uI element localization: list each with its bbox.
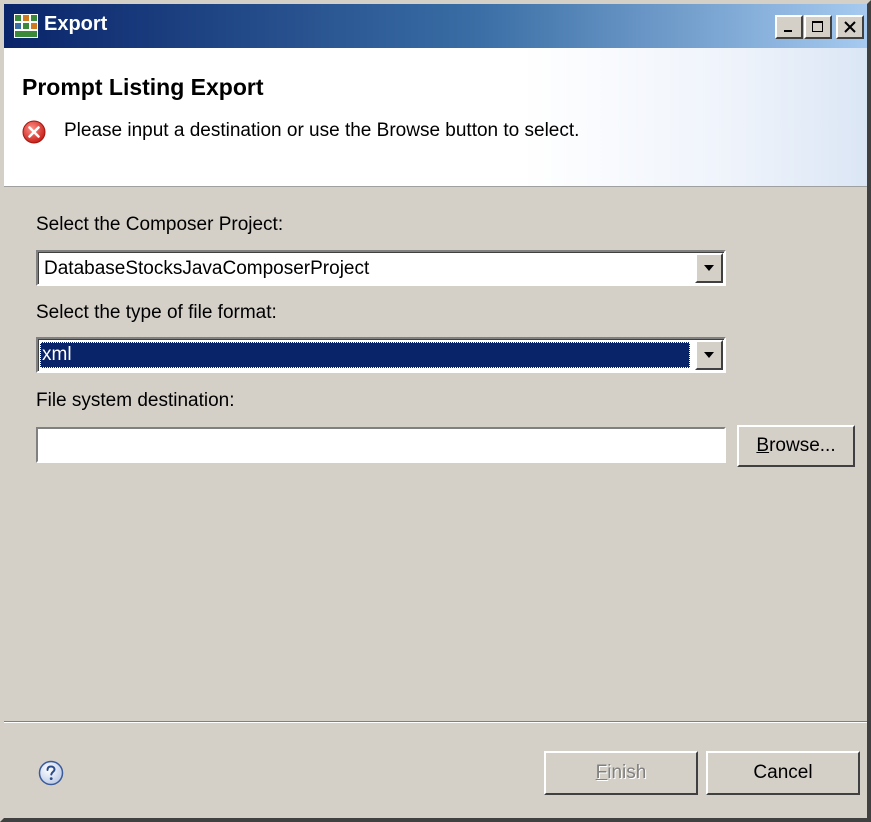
help-icon[interactable]: [38, 760, 64, 786]
finish-button[interactable]: Finish: [544, 751, 698, 795]
format-dropdown-button[interactable]: [695, 340, 723, 370]
finish-mnemonic: F: [595, 762, 608, 783]
cancel-button[interactable]: Cancel: [706, 751, 860, 795]
format-select-value: xml: [40, 342, 690, 368]
minimize-icon: [784, 30, 792, 32]
finish-label: inish: [607, 762, 647, 783]
close-button[interactable]: [836, 15, 864, 39]
browse-button[interactable]: Browse...: [737, 425, 855, 467]
error-icon: [22, 120, 46, 144]
destination-input[interactable]: [36, 427, 726, 463]
chevron-down-icon: [704, 352, 714, 358]
destination-label: File system destination:: [36, 390, 235, 411]
title-bar[interactable]: Export: [4, 4, 867, 48]
cancel-label: Cancel: [753, 762, 813, 783]
project-select-value: DatabaseStocksJavaComposerProject: [44, 258, 370, 279]
chevron-down-icon: [704, 265, 714, 271]
browse-mnemonic: B: [756, 435, 770, 456]
maximize-button[interactable]: [804, 15, 832, 39]
window-title: Export: [44, 13, 108, 35]
page-title: Prompt Listing Export: [22, 74, 264, 100]
format-label: Select the type of file format:: [36, 302, 277, 323]
close-icon: [844, 21, 856, 33]
browse-label: rowse...: [769, 435, 836, 456]
project-select[interactable]: DatabaseStocksJavaComposerProject: [36, 250, 726, 286]
project-dropdown-button[interactable]: [695, 253, 723, 283]
maximize-icon: [812, 21, 823, 32]
export-app-icon: [14, 14, 38, 38]
footer-separator: [4, 721, 867, 723]
error-message: Please input a destination or use the Br…: [64, 120, 580, 141]
project-label: Select the Composer Project:: [36, 214, 284, 235]
minimize-button[interactable]: [775, 15, 803, 39]
format-select[interactable]: xml: [36, 337, 726, 373]
header-banner: Prompt Listing Export Please input a des…: [4, 48, 867, 187]
export-dialog: Export Prompt Listing Export Please inpu…: [0, 0, 871, 822]
